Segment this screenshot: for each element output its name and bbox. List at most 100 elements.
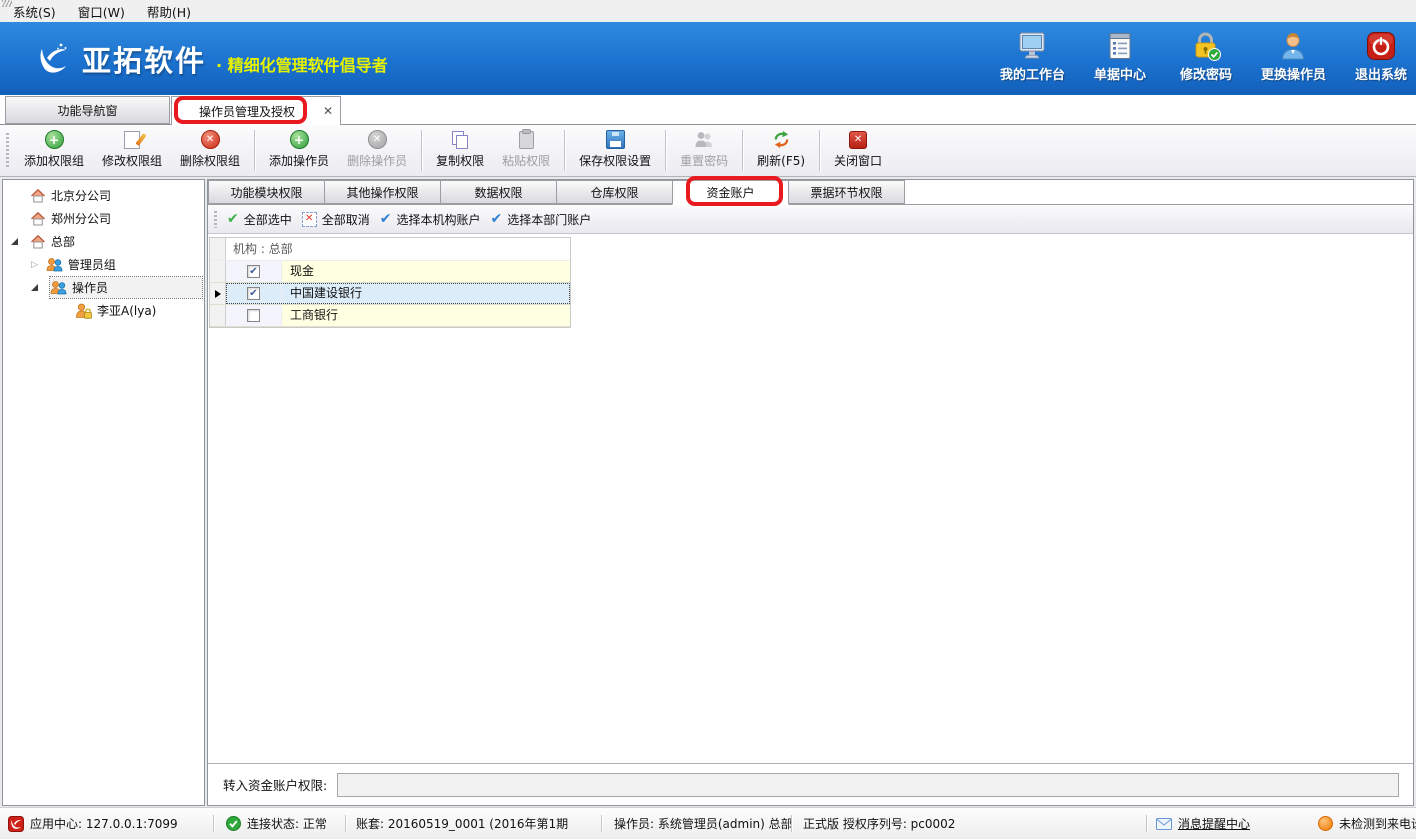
account-name: 现金: [282, 261, 570, 282]
button-label: 添加权限组: [24, 152, 84, 169]
tree-node-operator-liya[interactable]: 李亚A(lya): [3, 299, 204, 322]
tab-label: 数据权限: [474, 184, 522, 201]
paste-icon: [519, 131, 534, 149]
transfer-permission-input[interactable]: [337, 773, 1399, 797]
tab-label: 资金账户: [706, 184, 754, 201]
call-indicator-icon: [1318, 816, 1333, 831]
menu-system[interactable]: 系统(S): [4, 0, 69, 24]
document-center-button[interactable]: 单据中心: [1089, 31, 1151, 83]
account-row-ccb[interactable]: ✔ 中国建设银行: [210, 283, 570, 305]
select-org-accounts-button[interactable]: ✔ 选择本机构账户: [380, 211, 481, 228]
tab-function-navigator-label: 功能导航窗: [57, 102, 117, 119]
add-operator-button[interactable]: + 添加操作员: [260, 125, 338, 176]
status-separator: [791, 815, 792, 832]
tree-node-zhengzhou-branch[interactable]: 郑州分公司: [3, 207, 204, 230]
workbench-label: 我的工作台: [1000, 64, 1065, 83]
tab-bill-stage-permissions[interactable]: 票据环节权限: [788, 180, 905, 204]
fund-accounts-grid: 机构 : 总部 ✔ 现金 ✔ 中国建设银行: [209, 237, 571, 328]
status-separator: [345, 815, 346, 832]
refresh-icon: [772, 130, 791, 149]
tab-warehouse-permissions[interactable]: 仓库权限: [556, 180, 673, 204]
button-label: 重置密码: [680, 152, 728, 169]
button-label: 选择本机构账户: [397, 211, 481, 228]
tab-data-permissions[interactable]: 数据权限: [440, 180, 557, 204]
select-org-accounts-icon: ✔: [380, 212, 392, 226]
organization-tree: 北京分公司 郑州分公司 总部 ▷ 管理员组: [2, 179, 205, 806]
tree-node-beijing-branch[interactable]: 北京分公司: [3, 184, 204, 207]
row-indicator-cell: [210, 261, 226, 282]
add-icon: +: [45, 130, 64, 149]
incoming-call-status: 未检测到来电设: [1318, 808, 1416, 839]
toolbar-separator: [742, 130, 743, 171]
expander-open-icon[interactable]: [31, 284, 38, 291]
close-window-button[interactable]: ✕ 关闭窗口: [825, 125, 891, 176]
app-center-status: 应用中心: 127.0.0.1:7099: [8, 808, 178, 839]
status-separator: [213, 815, 214, 832]
tree-node-admin-group[interactable]: ▷ 管理员组: [3, 253, 204, 276]
edit-icon: [124, 131, 140, 149]
toolbar-separator: [819, 130, 820, 171]
power-off-icon: [1366, 31, 1396, 61]
deselect-all-button[interactable]: ✕ 全部取消: [302, 211, 370, 228]
expander-closed-icon[interactable]: ▷: [31, 260, 38, 270]
selected-tree-node: 操作员: [50, 277, 202, 298]
message-center-link[interactable]: 消息提醒中心: [1156, 808, 1250, 839]
button-label: 删除权限组: [180, 152, 240, 169]
account-row-cash[interactable]: ✔ 现金: [210, 261, 570, 283]
close-tab-icon[interactable]: ✕: [319, 103, 337, 119]
account-grid-area: 机构 : 总部 ✔ 现金 ✔ 中国建设银行: [208, 234, 1413, 763]
button-label: 删除操作员: [347, 152, 407, 169]
toolbar-separator: [254, 130, 255, 171]
add-permission-group-button[interactable]: + 添加权限组: [15, 125, 93, 176]
checkbox-cash[interactable]: ✔: [247, 265, 260, 278]
status-separator: [601, 815, 602, 832]
tab-operator-management[interactable]: 操作员管理及授权 ✕: [171, 96, 341, 125]
checkbox-ccb[interactable]: ✔: [247, 287, 260, 300]
tab-function-navigator[interactable]: 功能导航窗: [5, 96, 170, 124]
account-row-icbc[interactable]: 工商银行: [210, 305, 570, 327]
mail-icon: [1156, 818, 1172, 830]
change-password-label: 修改密码: [1180, 64, 1232, 83]
password-lock-icon: [1190, 31, 1222, 61]
operator-status: 操作员: 系统管理员(admin) 总部: [614, 808, 793, 839]
button-label: 选择本部门账户: [507, 211, 591, 228]
copy-permissions-button[interactable]: 复制权限: [427, 125, 493, 176]
row-indicator-cell: [210, 283, 226, 304]
main-toolbar: + 添加权限组 修改权限组 ✕ 删除权限组 + 添加操作员 ✕ 删除操作员 复制…: [0, 125, 1416, 177]
tree-node-label: 总部: [51, 233, 75, 250]
toolbar-grip[interactable]: [6, 133, 9, 168]
checkbox-icbc[interactable]: [247, 309, 260, 322]
button-label: 粘贴权限: [502, 152, 550, 169]
tab-operator-management-label: 操作员管理及授权: [199, 103, 295, 120]
menu-help[interactable]: 帮助(H): [138, 0, 204, 24]
edit-permission-group-button[interactable]: 修改权限组: [93, 125, 171, 176]
workbench-button[interactable]: 我的工作台: [1000, 31, 1065, 83]
select-dept-accounts-button[interactable]: ✔ 选择本部门账户: [491, 211, 592, 228]
account-set-status: 账套: 20160519_0001 (2016年第1期: [356, 808, 568, 839]
home-icon: [30, 234, 46, 249]
copy-icon: [452, 131, 469, 148]
row-indicator-cell: [210, 305, 226, 326]
tab-label: 功能模块权限: [230, 184, 302, 201]
switch-operator-icon: [1278, 31, 1308, 61]
switch-operator-button[interactable]: 更换操作员: [1261, 31, 1326, 83]
refresh-button[interactable]: 刷新(F5): [748, 125, 814, 176]
delete-permission-group-button[interactable]: ✕ 删除权限组: [171, 125, 249, 176]
select-all-button[interactable]: ✔ 全部选中: [227, 211, 292, 228]
toolbar-grip[interactable]: [214, 211, 217, 228]
tree-node-operators[interactable]: 操作员: [3, 276, 204, 299]
tab-module-permissions[interactable]: 功能模块权限: [208, 180, 325, 204]
exit-system-button[interactable]: 退出系统: [1350, 31, 1412, 83]
tab-fund-accounts[interactable]: 资金账户: [672, 180, 789, 205]
tree-node-headquarters[interactable]: 总部: [3, 230, 204, 253]
reset-password-button: 重置密码: [671, 125, 737, 176]
expander-open-icon[interactable]: [11, 238, 18, 245]
change-password-button[interactable]: 修改密码: [1175, 31, 1237, 83]
tab-other-operation-permissions[interactable]: 其他操作权限: [324, 180, 441, 204]
tree-node-label: 郑州分公司: [51, 210, 111, 227]
permission-tab-strip: 功能模块权限 其他操作权限 数据权限 仓库权限 资金账户 票据环节权限: [208, 180, 1413, 205]
connection-status: 连接状态: 正常: [226, 808, 327, 839]
button-label: 关闭窗口: [834, 152, 882, 169]
menu-window[interactable]: 窗口(W): [69, 0, 138, 24]
save-permission-settings-button[interactable]: 保存权限设置: [570, 125, 660, 176]
